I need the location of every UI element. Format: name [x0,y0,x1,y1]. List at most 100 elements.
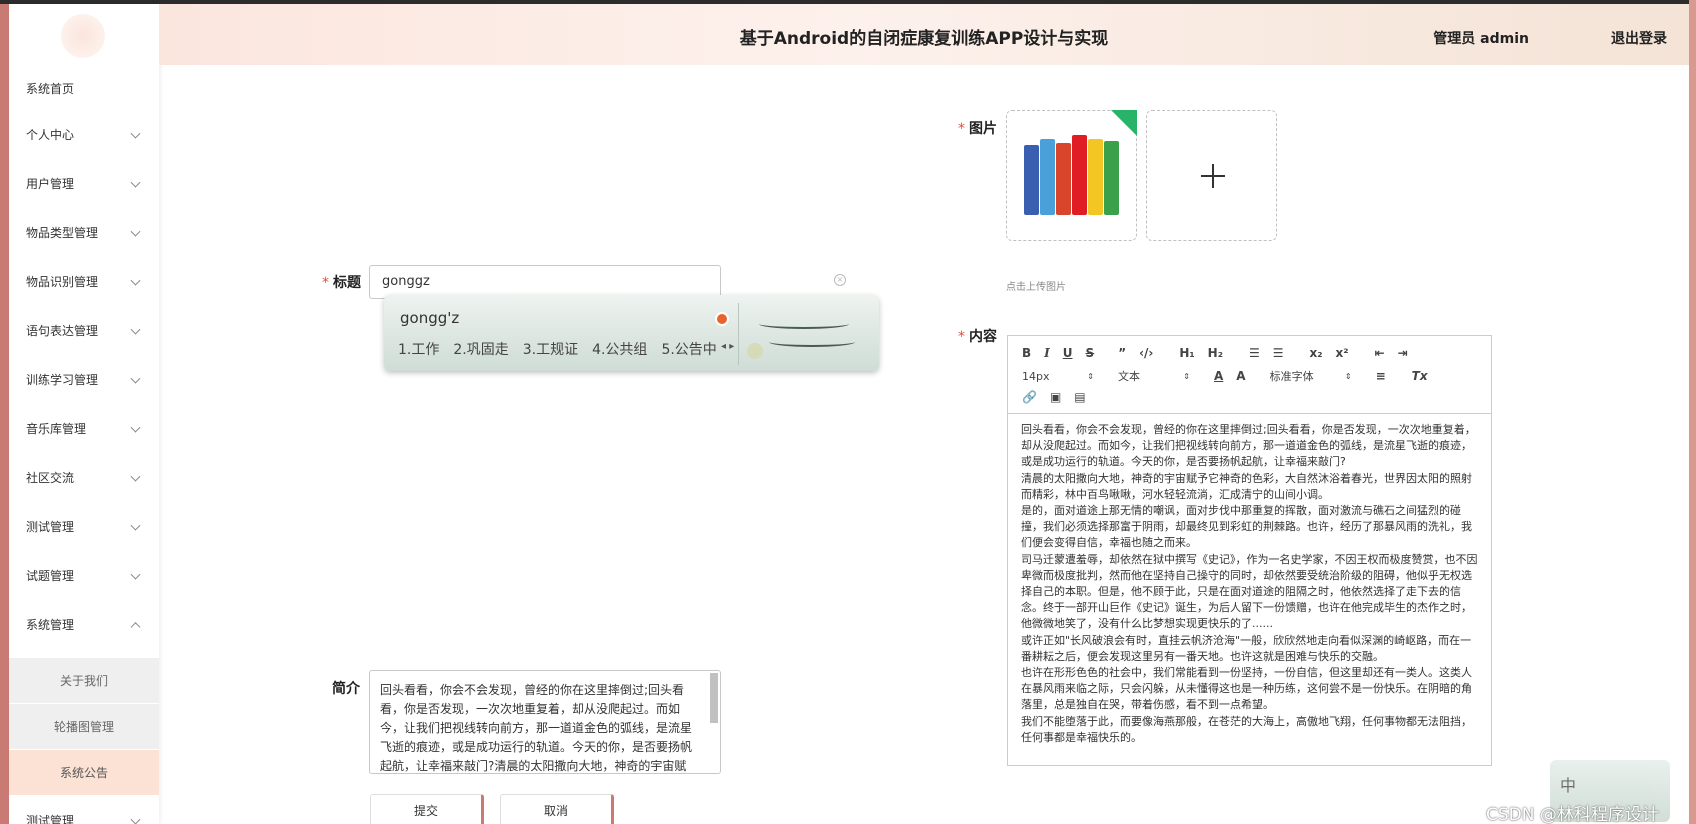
ime-page-arrows-icon[interactable]: ◂ ▸ [721,341,734,352]
video-icon[interactable]: ▤ [1074,390,1085,404]
sidebar-item-sentence[interactable]: 语句表达管理 [9,306,159,355]
sidebar-item-training[interactable]: 训练学习管理 [9,355,159,404]
content-paragraph: 或许正如"长风破浪会有时，直挂云帆济沧海"一般，欣欣然地走向看似深渊的崎岖路，而… [1021,633,1472,663]
select-arrow-icon: ⇕ [1087,371,1094,381]
image-icon[interactable]: ▣ [1050,390,1061,404]
submit-button[interactable]: 提交 [370,794,484,824]
sidebar-item-label: 语句表达管理 [26,324,99,338]
required-mark: * [322,275,329,291]
sidebar-subitem-announcement[interactable]: 系统公告 [9,750,159,795]
underline-icon[interactable]: U [1063,346,1073,360]
sidebar-subitem-label: 系统公告 [59,766,108,780]
clear-format-icon[interactable]: Tx [1412,369,1428,383]
sidebar-item-label: 物品类型管理 [26,226,99,240]
sidebar-item-tests-2[interactable]: 测试管理 [9,796,159,824]
ime-candidate[interactable]: 3.工规证 [523,339,578,359]
font-size-value: 14px [1022,369,1050,383]
sidebar-item-label: 系统管理 [26,618,75,632]
chevron-down-icon [130,177,141,188]
heading1-icon[interactable]: H₁ [1179,346,1194,360]
superscript-icon[interactable]: x² [1336,346,1349,360]
bold-icon[interactable]: B [1022,346,1031,360]
sidebar-item-label: 社区交流 [26,471,75,485]
ime-candidate[interactable]: 5.公告中 [661,339,716,359]
top-header: 基于Android的自闭症康复训练APP设计与实现 管理员 admin 退出登录 [159,4,1689,65]
chevron-down-icon [130,275,141,286]
upload-hint: 点击上传图片 [1006,282,1066,293]
ime-candidate[interactable]: 2.巩固走 [453,339,508,359]
subscript-icon[interactable]: x₂ [1310,346,1323,360]
font-family-select[interactable]: 标准字体 ⇕ [1270,368,1352,384]
right-edge-stripe [1689,0,1696,824]
sidebar-item-system[interactable]: 系统管理 [9,600,159,649]
editor-content[interactable]: 回头看看，你会不会发现，曾经的你在这里摔倒过;回头看看，你是否发现，一次次地重复… [1021,422,1481,746]
sidebar-item-tests[interactable]: 测试管理 [9,502,159,551]
italic-icon[interactable]: I [1044,346,1050,360]
strikethrough-icon[interactable]: S [1086,346,1095,360]
app-window: 系统首页 个人中心 用户管理 物品类型管理 物品识别管理 语句表达管理 训练学习… [0,0,1696,824]
summary-label: 简介 [332,681,360,697]
sidebar-subitem-label: 关于我们 [59,674,108,688]
ime-candidates: 1.工作 2.巩固走 3.工规证 4.公共组 5.公告中 [398,339,717,359]
avatar [61,14,105,58]
quote-icon[interactable]: ” [1118,346,1126,360]
cancel-button[interactable]: 取消 [500,794,614,824]
chevron-down-icon [130,324,141,335]
link-icon[interactable]: 🔗 [1022,390,1037,404]
text-type-select[interactable]: 文本 ⇕ [1118,368,1190,384]
content-paragraph: 是的，面对道途上那无情的嘲讽，面对步伐中那重复的挥散，面对激流与礁石之间猛烈的碰… [1021,504,1472,550]
user-label: 管理员 admin [1433,31,1529,47]
ime-candidate[interactable]: 4.公共组 [592,339,647,359]
textarea-scrollbar[interactable] [710,673,718,723]
chevron-down-icon [130,226,141,237]
sidebar-item-home[interactable]: 系统首页 [9,64,159,113]
ime-candidate[interactable]: 1.工作 [398,339,439,359]
background-color-icon[interactable]: A [1236,369,1245,383]
sidebar-item-label: 系统首页 [26,82,75,96]
sidebar-item-label: 音乐库管理 [26,422,87,436]
font-size-select[interactable]: 14px ⇕ [1022,370,1094,383]
content-label-text: 内容 [969,329,997,345]
sidebar-item-item-types[interactable]: 物品类型管理 [9,208,159,257]
required-mark: * [958,329,965,345]
chevron-down-icon [130,373,141,384]
outdent-icon[interactable]: ⇤ [1375,346,1385,360]
font-color-icon[interactable]: A [1214,369,1223,383]
upload-button[interactable] [1146,110,1277,241]
bullet-list-icon[interactable]: ☰ [1273,346,1284,360]
text-type-value: 文本 [1118,370,1140,383]
chevron-down-icon [130,814,141,824]
sidebar-subitem-label: 轮播图管理 [53,720,114,734]
clear-icon[interactable]: × [834,274,846,286]
rich-text-editor[interactable]: B I U S ” ‹/› H₁ H₂ ☰ ☰ x₂ x² ⇤ ⇥ 14px ⇕ … [1007,335,1492,766]
ime-mode-indicator: 中 [1560,776,1577,795]
left-edge-stripe [0,0,9,824]
align-icon[interactable]: ≡ [1376,369,1386,383]
ordered-list-icon[interactable]: ☰ [1249,346,1260,360]
sidebar-subitem-about[interactable]: 关于我们 [9,658,159,703]
books-image [1020,131,1124,227]
indent-icon[interactable]: ⇥ [1398,346,1408,360]
sidebar-item-item-recognition[interactable]: 物品识别管理 [9,257,159,306]
sidebar-item-community[interactable]: 社区交流 [9,453,159,502]
content-paragraph: 也许在形形色色的社会中，我们常能看到一份坚持，一份自信，但这里却还有一类人。这类… [1021,666,1472,712]
uploaded-image-thumbnail[interactable] [1006,110,1137,241]
image-label: * 图片 [958,118,997,138]
summary-text: 回头看看，你会不会发现，曾经的你在这里摔倒过;回头看看，你是否发现，一次次地重复… [380,683,693,773]
summary-textarea[interactable]: 回头看看，你会不会发现，曾经的你在这里摔倒过;回头看看，你是否发现，一次次地重复… [369,670,721,774]
content-paragraph: 回头看看，你会不会发现，曾经的你在这里摔倒过;回头看看，你是否发现，一次次地重复… [1021,423,1476,469]
logout-link[interactable]: 退出登录 [1611,28,1667,48]
sidebar-item-label: 测试管理 [26,814,75,824]
select-arrow-icon: ⇕ [1183,371,1190,381]
chevron-down-icon [130,471,141,482]
sidebar-item-music[interactable]: 音乐库管理 [9,404,159,453]
sidebar-item-profile[interactable]: 个人中心 [9,110,159,159]
heading2-icon[interactable]: H₂ [1208,346,1223,360]
sidebar-item-label: 用户管理 [26,177,75,191]
code-icon[interactable]: ‹/› [1139,346,1153,360]
title-input[interactable]: gonggz [369,265,721,299]
sidebar-item-questions[interactable]: 试题管理 [9,551,159,600]
ime-logo-icon [738,303,866,365]
sidebar-item-users[interactable]: 用户管理 [9,159,159,208]
sidebar-subitem-carousel[interactable]: 轮播图管理 [9,704,159,749]
